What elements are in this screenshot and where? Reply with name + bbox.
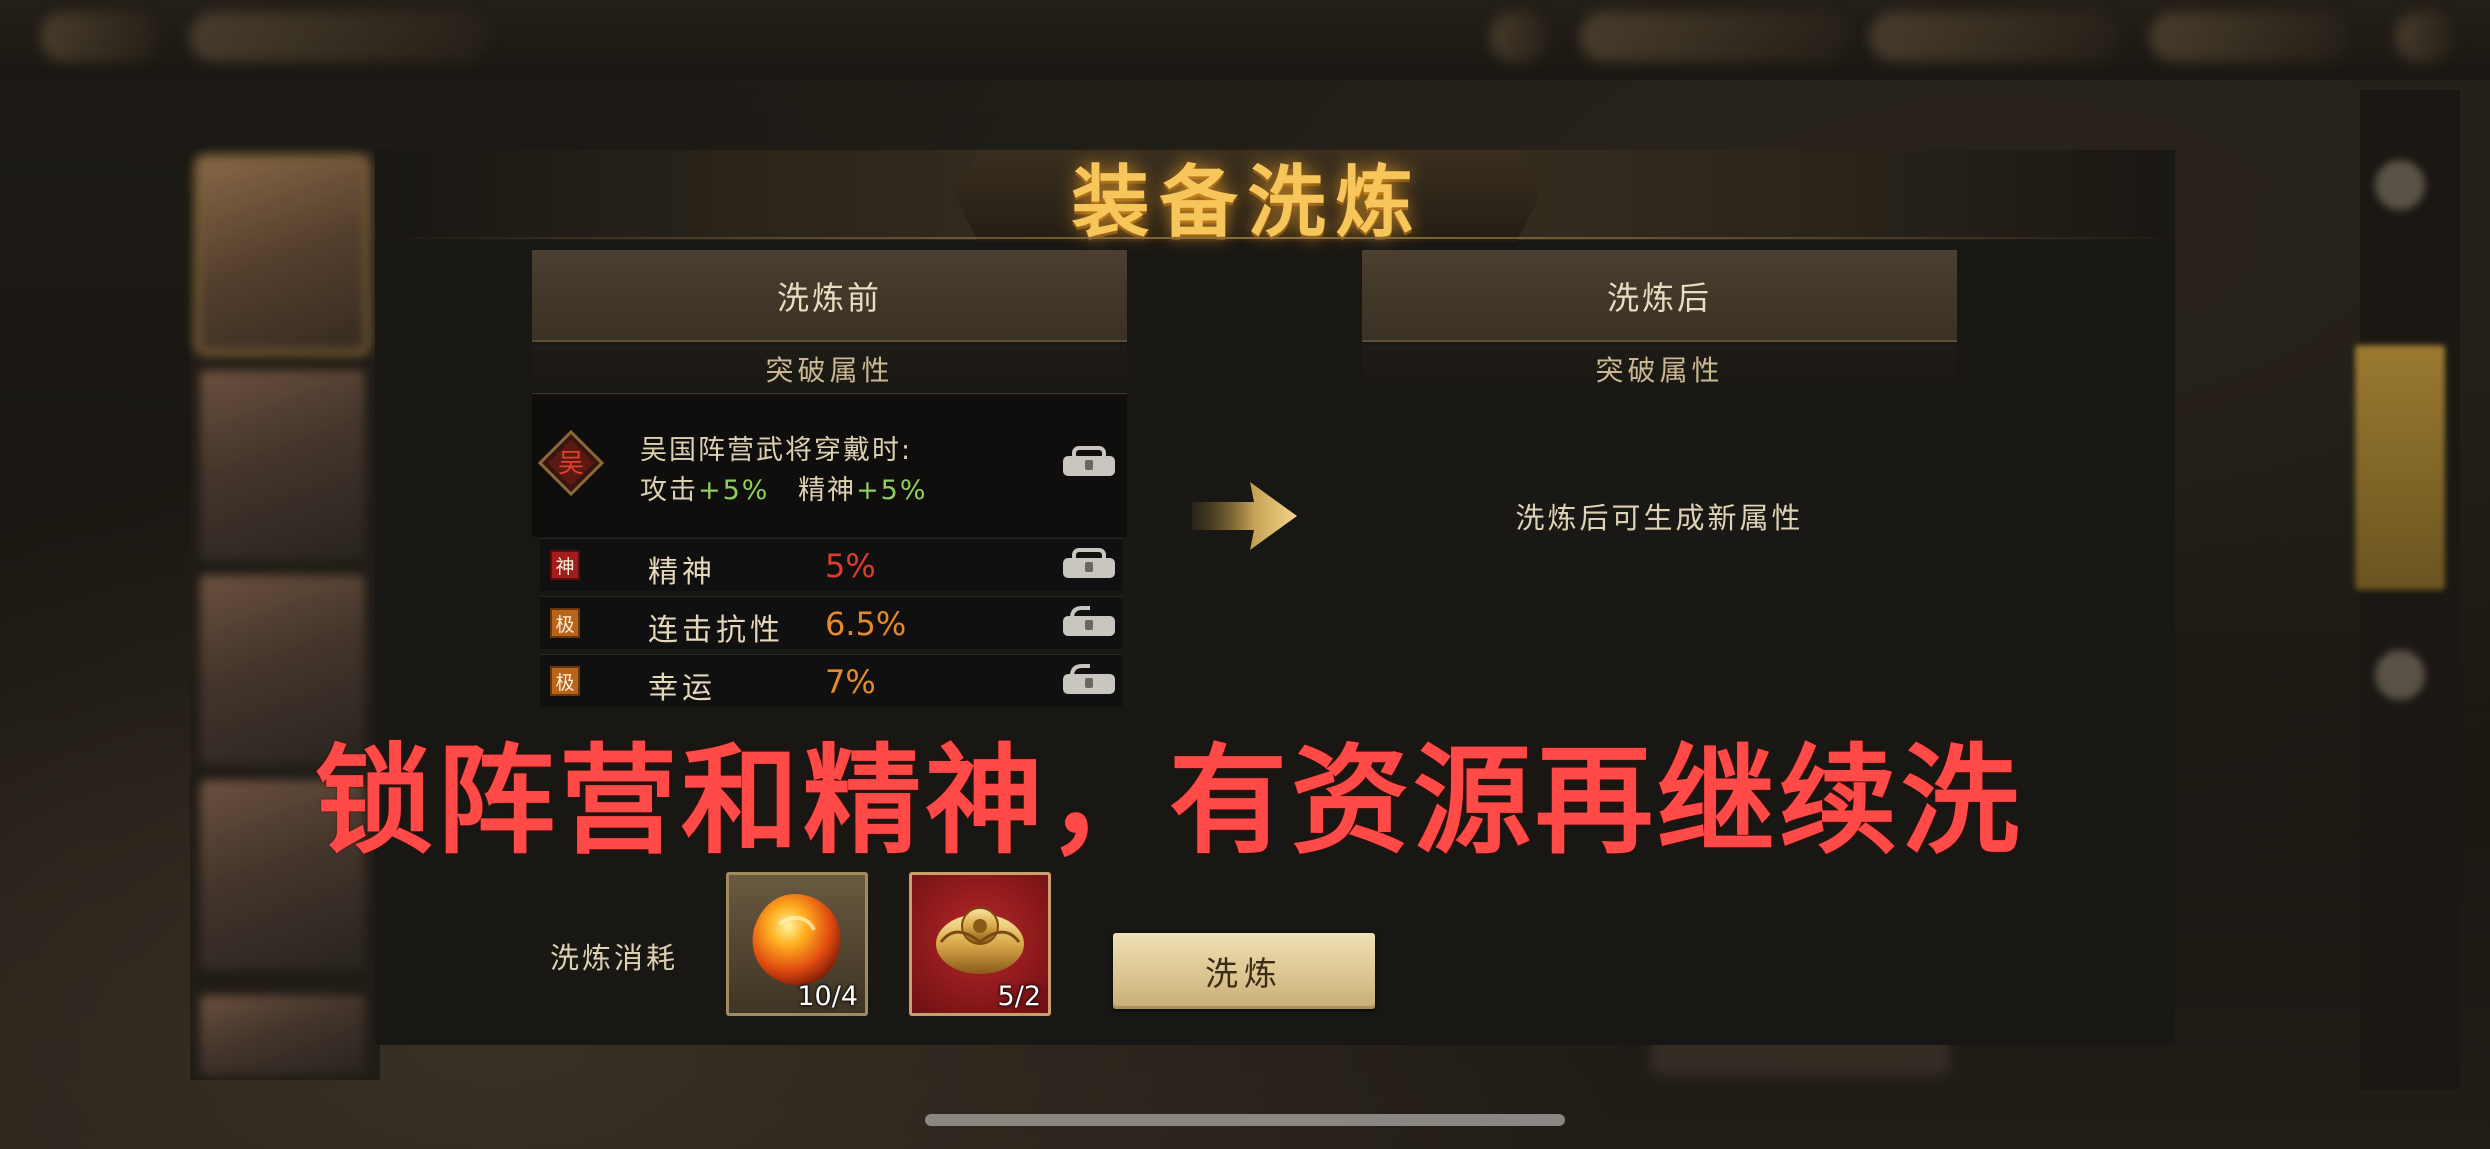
attribute-name: 连击抗性 <box>648 613 784 648</box>
hero-card[interactable] <box>200 160 365 350</box>
title-divider <box>380 237 2190 239</box>
attack-value: +5% <box>698 475 770 506</box>
resource-counter <box>2150 12 2350 62</box>
hero-card[interactable] <box>200 370 365 560</box>
wu-faction-badge: 吴 <box>538 430 604 496</box>
attribute-row: 神 精神 5% <box>540 538 1122 591</box>
page-breadcrumb <box>190 12 490 62</box>
lock-icon-unlocked[interactable] <box>1060 664 1118 698</box>
attribute-row: 极 连击抗性 6.5% <box>540 596 1122 649</box>
before-panel-header: 洗炼前 <box>532 250 1127 342</box>
home-indicator[interactable] <box>925 1114 1565 1126</box>
after-panel-header: 洗炼后 <box>1362 250 1957 342</box>
side-menu-icon[interactable] <box>2375 650 2425 700</box>
before-breakthrough-label: 突破属性 <box>532 345 1127 394</box>
resource-counter <box>1580 12 1850 62</box>
cost-item-gold-ornament[interactable]: 5/2 <box>909 872 1051 1016</box>
back-icon <box>40 12 160 62</box>
attack-label: 攻击 <box>640 475 698 506</box>
top-resource-bar <box>0 0 2490 80</box>
resource-counter <box>1870 12 2120 62</box>
lock-icon-locked[interactable] <box>1060 446 1118 480</box>
attribute-name: 幸运 <box>648 671 716 706</box>
resource-icon <box>1490 12 1550 62</box>
avatar <box>2395 12 2455 62</box>
side-menu-tab-active[interactable] <box>2355 345 2445 590</box>
item-count: 10/4 <box>797 981 858 1012</box>
spirit-label: 精神 <box>798 475 857 506</box>
tier-tag: 极 <box>550 608 580 638</box>
cost-label: 洗炼消耗 <box>550 941 679 975</box>
after-hint-text: 洗炼后可生成新属性 <box>1515 501 1804 535</box>
attribute-value: 5% <box>825 547 876 585</box>
svg-text:吴: 吴 <box>558 449 584 479</box>
gold-ornament-icon <box>936 907 1024 974</box>
hero-card[interactable] <box>200 995 365 1075</box>
overlay-caption: 锁阵营和精神，有资源再继续洗 <box>315 731 2024 870</box>
attribute-name: 精神 <box>648 555 716 590</box>
attribute-row: 极 幸运 7% <box>540 654 1122 707</box>
side-menu <box>2360 90 2460 1090</box>
arrow-right-icon <box>1192 482 1297 550</box>
lock-icon-unlocked[interactable] <box>1060 606 1118 640</box>
item-count: 5/2 <box>997 981 1041 1012</box>
after-breakthrough-label: 突破属性 <box>1362 345 1957 394</box>
tier-tag: 神 <box>550 550 580 580</box>
after-panel-body <box>1362 393 1957 748</box>
refine-button[interactable]: 洗炼 <box>1113 933 1375 1009</box>
attribute-value: 7% <box>825 663 876 701</box>
faction-bonus-text: 攻击+5% 精神+5% <box>640 468 928 507</box>
cost-item-fire-stone[interactable]: 10/4 <box>726 872 868 1016</box>
tier-tag: 极 <box>550 666 580 696</box>
attribute-value: 6.5% <box>825 605 907 643</box>
spirit-value: +5% <box>856 475 928 506</box>
side-menu-icon[interactable] <box>2375 160 2425 210</box>
lock-icon-locked[interactable] <box>1060 548 1118 582</box>
dialog-title: 装备洗炼 <box>1071 157 1424 248</box>
faction-condition-text: 吴国阵营武将穿戴时: <box>640 435 913 466</box>
